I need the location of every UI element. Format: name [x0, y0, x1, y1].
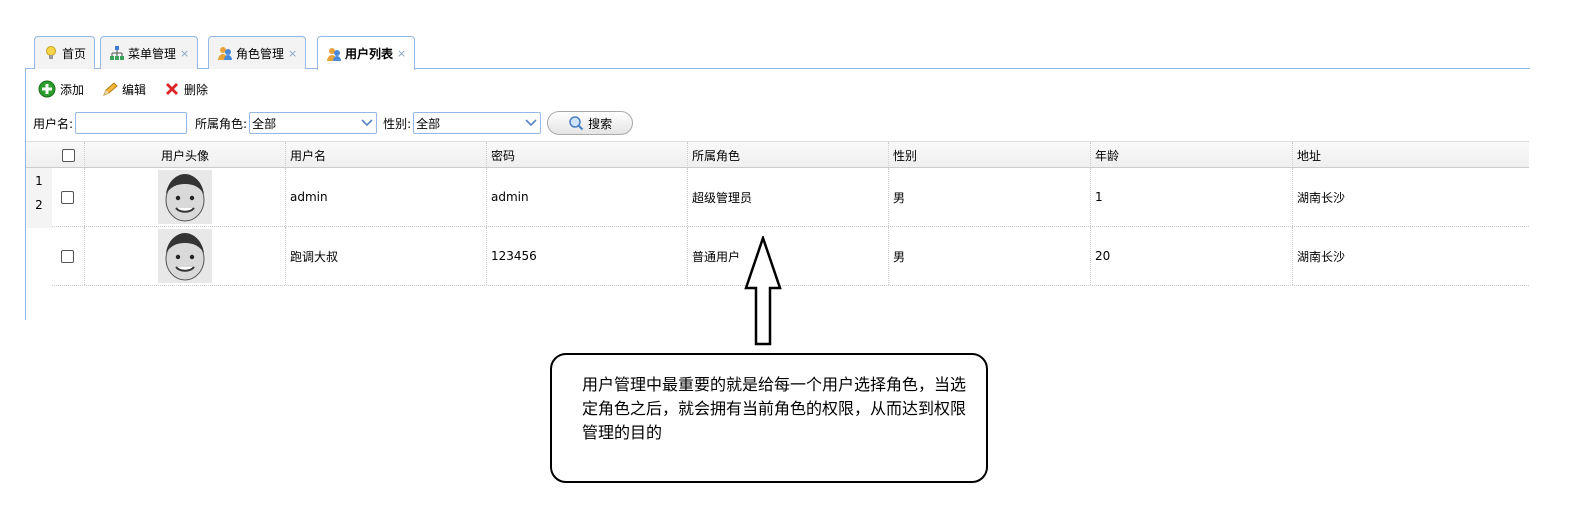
address-cell: 湖南长沙	[1297, 249, 1346, 264]
add-button[interactable]: 添加	[38, 80, 84, 98]
row-select-cell	[52, 227, 85, 285]
tree-menu-icon	[109, 45, 125, 61]
password-cell: admin	[487, 168, 688, 226]
address-cell: 湖南长沙	[1297, 190, 1346, 205]
username-cell: 跑调大叔	[286, 227, 487, 285]
age-cell: 1	[1091, 168, 1293, 226]
search-label: 搜索	[588, 116, 613, 131]
avatar	[158, 229, 212, 283]
avatar-cell	[85, 227, 286, 285]
avatar-cell	[85, 168, 286, 226]
tab-strip: 首页 菜单管理 × 角色管理 × 用户列表 ×	[25, 33, 1530, 70]
grid-header: 用户头像 用户名 密码 所属角色 性别 年龄 地址	[26, 141, 1529, 168]
password-cell: 123456	[487, 227, 688, 285]
tab-menu-management[interactable]: 菜单管理 ×	[100, 36, 199, 69]
search-button[interactable]: 搜索	[547, 111, 634, 135]
column-header-address[interactable]: 地址	[1293, 142, 1529, 168]
role-select[interactable]: 全部	[249, 112, 378, 134]
search-filters: 用户名: 所属角色: 全部 性别: 全部 搜索	[33, 111, 634, 135]
column-header-password[interactable]: 密码	[487, 142, 688, 168]
username-filter-label: 用户名:	[33, 116, 74, 131]
role-select-value: 全部	[252, 116, 277, 131]
column-header-gender[interactable]: 性别	[889, 142, 1091, 168]
close-icon[interactable]: ×	[288, 47, 297, 60]
delete-button[interactable]: 删除	[164, 81, 208, 98]
annotation-callout: 用户管理中最重要的就是给每一个用户选择角色，当选定角色之后，就会拥有当前角色的权…	[550, 353, 988, 483]
username-cell: admin	[286, 168, 487, 226]
role-cell: 普通用户	[688, 227, 889, 285]
row-select-cell	[52, 168, 85, 226]
table-row[interactable]: 跑调大叔 123456 普通用户 男 20 湖南长沙	[52, 227, 1529, 286]
row-checkbox[interactable]	[61, 249, 74, 263]
close-icon[interactable]: ×	[180, 47, 189, 60]
gender-cell: 男	[889, 227, 1091, 285]
edit-button[interactable]: 编辑	[102, 81, 146, 98]
pencil-icon	[103, 82, 118, 96]
row-number: 2	[35, 198, 43, 212]
annotation-text: 用户管理中最重要的就是给每一个用户选择角色，当选定角色之后，就会拥有当前角色的权…	[582, 375, 967, 442]
tab-label: 菜单管理	[128, 46, 177, 61]
role-filter-label: 所属角色:	[195, 116, 248, 131]
table-row[interactable]: admin admin 超级管理员 男 1 湖南长沙	[52, 168, 1529, 227]
column-header-age[interactable]: 年龄	[1091, 142, 1293, 168]
chevron-down-icon[interactable]	[358, 113, 376, 133]
age-cell: 20	[1091, 227, 1293, 285]
username-input[interactable]	[75, 112, 188, 134]
tab-label: 首页	[62, 46, 87, 61]
column-header-avatar[interactable]: 用户头像	[85, 142, 286, 168]
delete-x-icon	[166, 83, 179, 95]
column-header-username[interactable]: 用户名	[286, 142, 487, 168]
column-header-role[interactable]: 所属角色	[688, 142, 889, 168]
lightbulb-icon	[43, 45, 59, 61]
annotation-arrow-icon	[744, 236, 782, 346]
tab-home[interactable]: 首页	[34, 36, 96, 69]
toolbar: 添加 编辑 删除	[38, 79, 208, 99]
role-group-icon	[217, 45, 233, 61]
select-all-cell	[52, 142, 85, 168]
gender-filter-label: 性别:	[383, 116, 412, 131]
add-label: 添加	[60, 82, 85, 97]
row-checkbox[interactable]	[61, 190, 74, 204]
user-group-icon	[326, 46, 342, 62]
search-icon	[569, 116, 584, 131]
row-number: 1	[35, 174, 43, 188]
chevron-down-icon[interactable]	[522, 113, 540, 133]
avatar	[158, 170, 212, 224]
role-cell: 超级管理员	[688, 168, 889, 226]
gender-select[interactable]: 全部	[413, 112, 542, 134]
select-all-checkbox[interactable]	[62, 148, 75, 162]
tab-label: 用户列表	[345, 47, 394, 61]
gender-cell: 男	[889, 168, 1091, 226]
tab-label: 角色管理	[236, 46, 285, 61]
tab-user-list[interactable]: 用户列表 ×	[317, 36, 416, 70]
row-number-column: 1 2	[26, 168, 52, 228]
delete-label: 删除	[184, 82, 209, 97]
tab-role-management[interactable]: 角色管理 ×	[208, 36, 307, 69]
edit-label: 编辑	[122, 82, 147, 97]
gender-select-value: 全部	[416, 116, 441, 131]
add-icon	[38, 80, 56, 98]
close-icon[interactable]: ×	[397, 47, 406, 60]
